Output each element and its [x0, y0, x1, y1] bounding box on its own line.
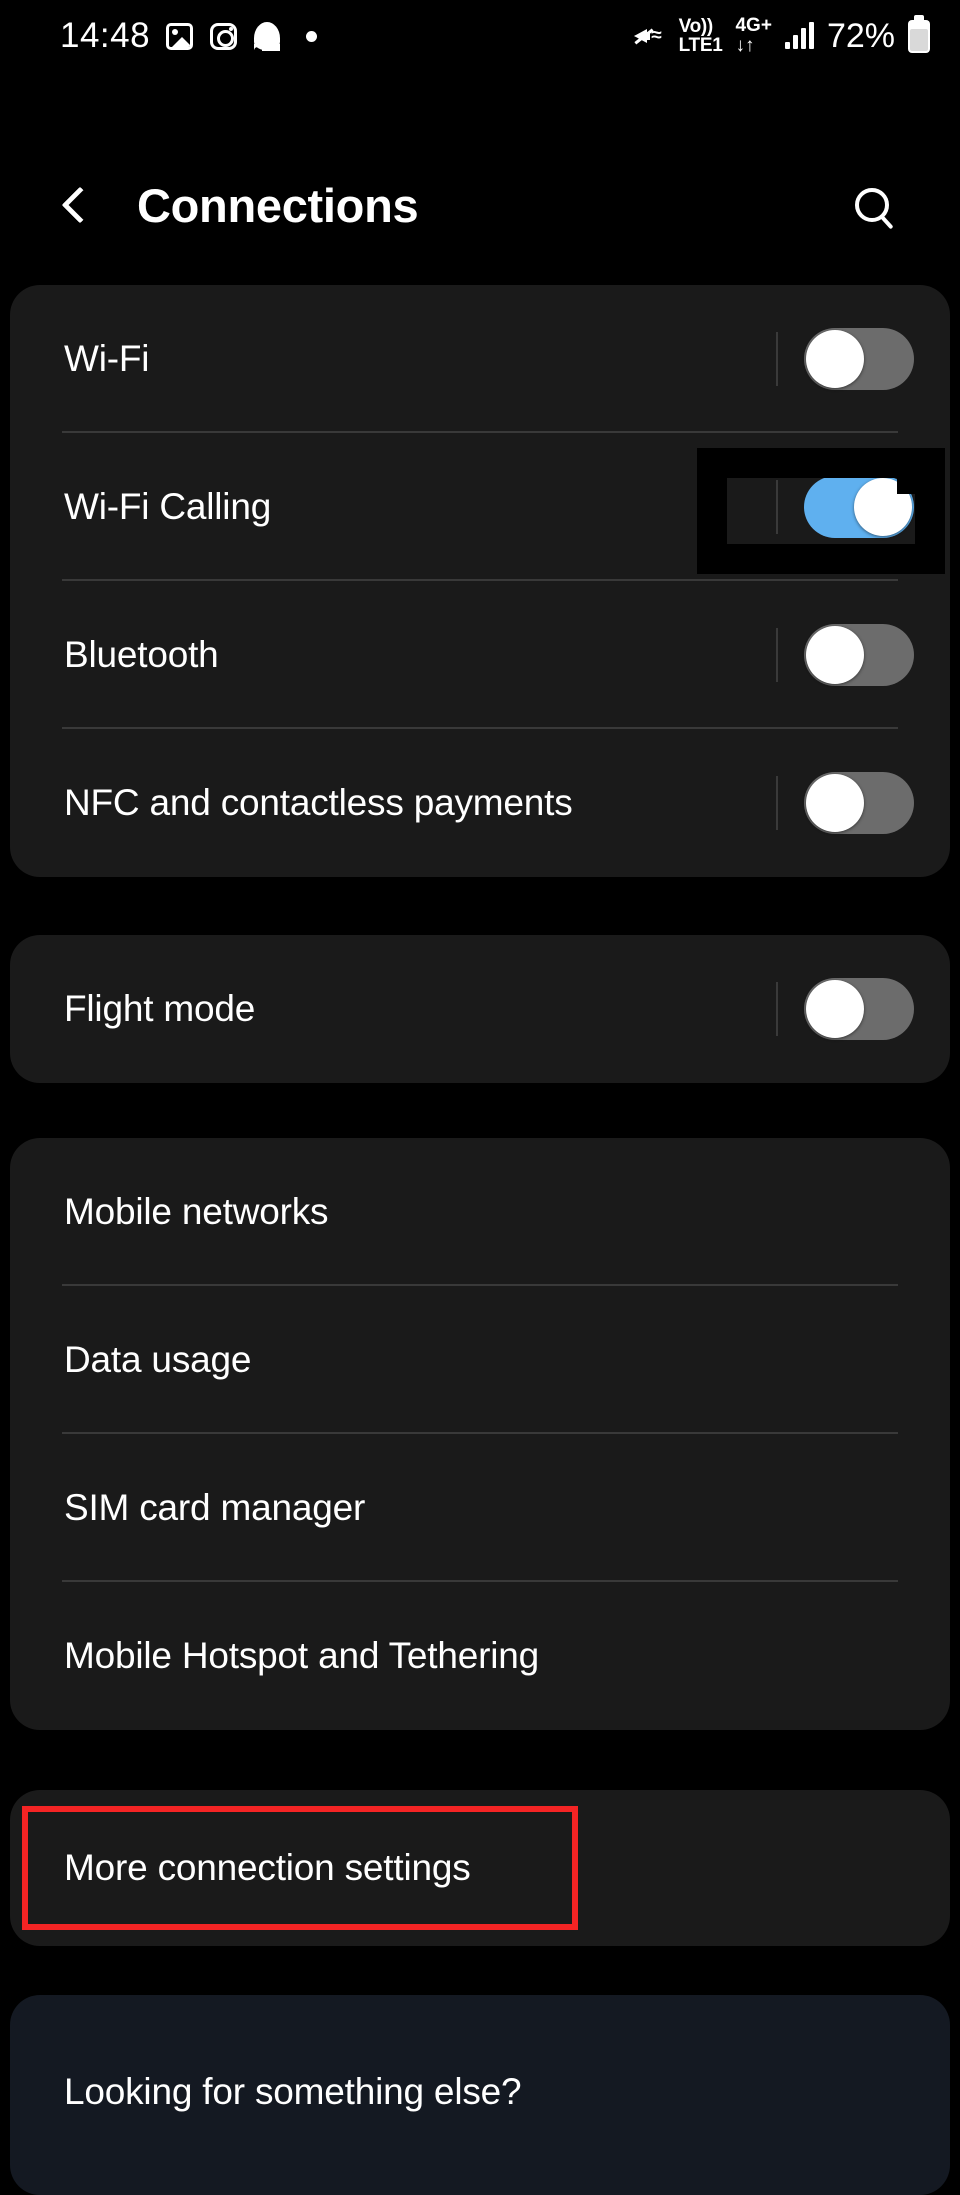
- toggle-flight-mode[interactable]: [804, 978, 914, 1040]
- row-data-usage[interactable]: Data usage: [10, 1286, 950, 1434]
- battery-percent-label: 72%: [826, 16, 895, 55]
- snapchat-icon: [252, 21, 282, 51]
- dot-icon: [296, 21, 326, 51]
- row-label: NFC and contactless payments: [64, 782, 573, 823]
- instagram-icon: [208, 21, 238, 51]
- gallery-icon: [164, 21, 194, 51]
- row-label: Mobile networks: [64, 1191, 329, 1232]
- toggle-wrapper: [776, 978, 914, 1040]
- row-mobile-networks[interactable]: Mobile networks: [10, 1138, 950, 1286]
- row-more-connection-settings[interactable]: More connection settings: [10, 1790, 950, 1946]
- volte-line-2: LTE1: [678, 35, 723, 56]
- network-type-label: 4G+: [735, 15, 772, 37]
- signal-bars-icon: [784, 22, 814, 49]
- volte-line-1: Vo)): [678, 15, 714, 37]
- status-bar-left: 14:48: [60, 16, 326, 56]
- toggle-separator: [776, 332, 778, 386]
- row-label: Looking for something else?: [64, 2071, 522, 2112]
- section-network: Mobile networks Data usage SIM card mana…: [10, 1138, 950, 1730]
- toggle-wrapper: [776, 772, 914, 834]
- row-label: Wi-Fi: [64, 338, 150, 379]
- section-looking-for-something-else: Looking for something else?: [10, 1995, 950, 2195]
- row-mobile-hotspot-tethering[interactable]: Mobile Hotspot and Tethering: [10, 1582, 950, 1730]
- toggle-knob: [806, 774, 864, 832]
- row-label: Flight mode: [64, 988, 256, 1029]
- toggle-knob: [806, 330, 864, 388]
- toggle-bluetooth[interactable]: [804, 624, 914, 686]
- data-arrows-label: ↓↑: [735, 34, 755, 56]
- section-connectivity: Wi-Fi Wi-Fi Calling Bluetooth NFC and co…: [10, 285, 950, 877]
- row-nfc[interactable]: NFC and contactless payments: [10, 729, 950, 877]
- back-button[interactable]: [35, 160, 125, 250]
- mute-vibrate-icon: ≈: [632, 21, 666, 51]
- section-flight-mode: Flight mode: [10, 935, 950, 1083]
- status-clock: 14:48: [60, 16, 151, 55]
- app-bar: Connections: [0, 150, 960, 260]
- row-label: Data usage: [64, 1339, 252, 1380]
- toggle-knob: [806, 626, 864, 684]
- row-sim-card-manager[interactable]: SIM card manager: [10, 1434, 950, 1582]
- row-looking-for-something-else[interactable]: Looking for something else?: [10, 1995, 950, 2195]
- page-title: Connections: [137, 178, 419, 232]
- row-label: Mobile Hotspot and Tethering: [64, 1635, 540, 1676]
- toggle-wifi-calling[interactable]: [804, 476, 914, 538]
- toggle-wrapper: [776, 328, 914, 390]
- section-more-settings: More connection settings: [10, 1790, 950, 1946]
- row-wifi-calling[interactable]: Wi-Fi Calling: [10, 433, 950, 581]
- network-4g-plus-icon: 4G+ ↓↑: [735, 16, 771, 55]
- toggle-wrapper: [776, 624, 914, 686]
- toggle-nfc[interactable]: [804, 772, 914, 834]
- toggle-separator: [776, 480, 778, 534]
- toggle-knob: [806, 980, 864, 1038]
- row-flight-mode[interactable]: Flight mode: [10, 935, 950, 1083]
- toggle-wrapper: [776, 476, 914, 538]
- row-bluetooth[interactable]: Bluetooth: [10, 581, 950, 729]
- search-icon: [855, 188, 889, 222]
- volte-icon: Vo)) LTE1: [678, 15, 723, 56]
- row-label: Bluetooth: [64, 634, 219, 675]
- toggle-separator: [776, 982, 778, 1036]
- toggle-separator: [776, 776, 778, 830]
- toggle-separator: [776, 628, 778, 682]
- row-label: Wi-Fi Calling: [64, 486, 272, 527]
- row-label: More connection settings: [64, 1847, 471, 1888]
- status-bar-right: ≈ Vo)) LTE1 4G+ ↓↑ 72%: [632, 14, 930, 56]
- toggle-wifi[interactable]: [804, 328, 914, 390]
- chevron-left-icon: [61, 186, 99, 224]
- status-bar: 14:48 ≈ Vo)) LTE1 4G+ ↓↑ 72%: [0, 0, 960, 72]
- row-label: SIM card manager: [64, 1487, 366, 1528]
- toggle-knob: [854, 478, 912, 536]
- row-wifi[interactable]: Wi-Fi: [10, 285, 950, 433]
- search-button[interactable]: [832, 165, 912, 245]
- battery-icon: [908, 14, 930, 53]
